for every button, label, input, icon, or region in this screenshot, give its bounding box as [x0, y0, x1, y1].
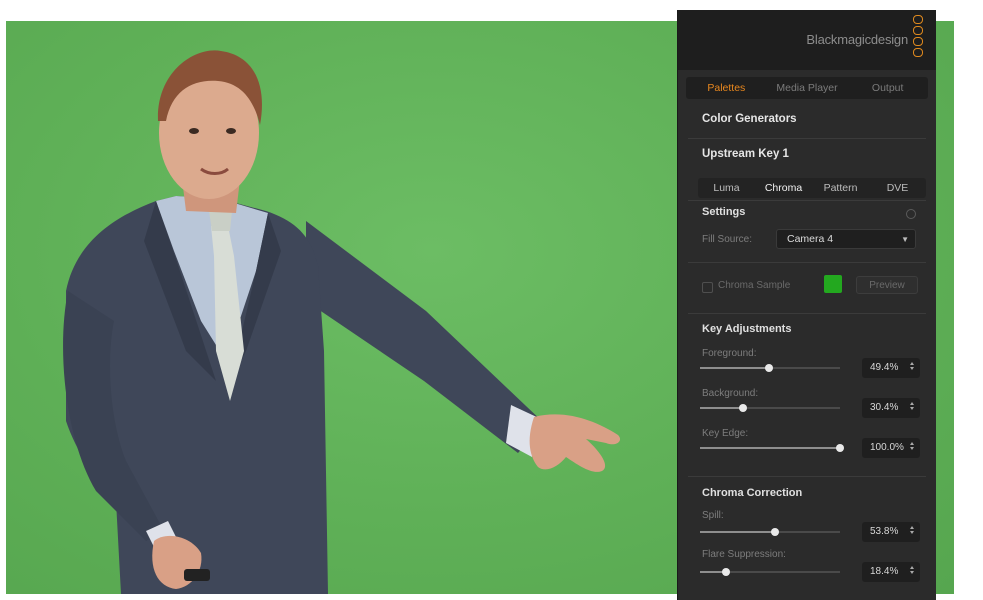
tab-luma[interactable]: Luma	[698, 178, 755, 198]
color-generators-header[interactable]: Color Generators	[702, 113, 797, 125]
fill-source-label: Fill Source:	[702, 234, 753, 245]
foreground-slider[interactable]	[700, 364, 840, 372]
stepper-icon[interactable]	[908, 400, 916, 416]
settings-reset-icon[interactable]	[906, 209, 916, 219]
fill-source-value: Camera 4	[787, 233, 834, 245]
spill-label: Spill:	[702, 510, 724, 521]
key-edge-value-field[interactable]: 100.0%	[862, 438, 920, 458]
switcher-control-panel: Blackmagicdesign Palettes Media Player O…	[678, 10, 936, 600]
slider-thumb[interactable]	[721, 568, 730, 576]
slider-fill	[700, 531, 776, 533]
upstream-key-header[interactable]: Upstream Key 1	[702, 148, 789, 160]
background-value-field[interactable]: 30.4%	[862, 398, 920, 418]
key-edge-slider[interactable]	[700, 444, 844, 452]
chroma-correction-header: Chroma Correction	[702, 487, 803, 499]
stepper-icon[interactable]	[908, 524, 916, 540]
tab-chroma[interactable]: Chroma	[755, 178, 812, 198]
spill-slider[interactable]	[700, 528, 840, 536]
fill-source-select[interactable]: Camera 4 ▼	[776, 229, 916, 249]
slider-thumb[interactable]	[771, 528, 780, 536]
tab-palettes[interactable]: Palettes	[686, 77, 767, 99]
foreground-value-field[interactable]: 49.4%	[862, 358, 920, 378]
foreground-label: Foreground:	[702, 348, 757, 359]
slider-fill	[700, 367, 770, 369]
chevron-down-icon: ▼	[901, 235, 909, 244]
foreground-value: 49.4%	[870, 362, 899, 373]
spill-value-field[interactable]: 53.8%	[862, 522, 920, 542]
slider-fill	[700, 407, 743, 409]
flare-suppression-label: Flare Suppression:	[702, 549, 786, 560]
tab-output[interactable]: Output	[847, 77, 928, 99]
main-tabs: Palettes Media Player Output	[686, 77, 928, 99]
divider	[688, 262, 926, 263]
key-edge-label: Key Edge:	[702, 428, 749, 439]
flare-suppression-slider[interactable]	[700, 568, 840, 576]
blackmagic-logo-icon	[913, 15, 925, 63]
key-adjustments-header: Key Adjustments	[702, 323, 792, 335]
slider-thumb[interactable]	[738, 404, 747, 412]
panel-header: Blackmagicdesign	[678, 10, 936, 70]
key-type-tabs: Luma Chroma Pattern DVE	[698, 178, 926, 198]
divider	[688, 476, 926, 477]
preview-button[interactable]: Preview	[856, 276, 918, 294]
divider	[688, 138, 926, 139]
tab-pattern[interactable]: Pattern	[812, 178, 869, 198]
settings-header: Settings	[702, 206, 746, 218]
stepper-icon[interactable]	[908, 360, 916, 376]
key-edge-value: 100.0%	[870, 442, 904, 453]
divider	[688, 200, 926, 201]
slider-fill	[700, 447, 840, 449]
background-label: Background:	[702, 388, 759, 399]
background-slider[interactable]	[700, 404, 840, 412]
stepper-icon[interactable]	[908, 440, 916, 456]
chroma-sample-row: Chroma Sample Preview	[688, 272, 926, 302]
chroma-sample-checkbox[interactable]	[702, 282, 713, 293]
slider-thumb[interactable]	[836, 444, 844, 452]
divider	[688, 313, 926, 314]
background-value: 30.4%	[870, 402, 899, 413]
chroma-sample-label: Chroma Sample	[718, 280, 791, 291]
flare-suppression-value: 18.4%	[870, 566, 899, 577]
stepper-icon[interactable]	[908, 564, 916, 580]
tab-media-player[interactable]: Media Player	[767, 77, 848, 99]
flare-suppression-value-field[interactable]: 18.4%	[862, 562, 920, 582]
spill-value: 53.8%	[870, 526, 899, 537]
brand-name: Blackmagicdesign	[806, 32, 908, 47]
slider-thumb[interactable]	[765, 364, 774, 372]
tab-dve[interactable]: DVE	[869, 178, 926, 198]
chroma-sample-swatch[interactable]	[824, 275, 842, 293]
